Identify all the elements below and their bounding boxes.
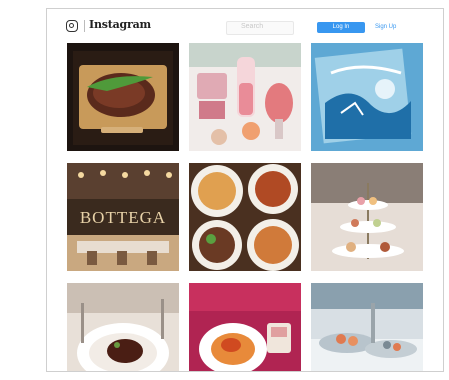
plated-meat-image <box>67 283 179 371</box>
login-button[interactable]: Log In <box>317 22 365 33</box>
photo-tile-pasta[interactable] <box>189 283 301 371</box>
dishes-image <box>189 163 301 271</box>
seafood-buffet-image <box>311 283 423 371</box>
photo-tile-dishes[interactable] <box>189 163 301 271</box>
search-placeholder: Search <box>241 23 264 30</box>
search-input[interactable]: Search <box>226 21 294 35</box>
camera-glyph-icon[interactable] <box>66 20 78 32</box>
photo-tile-menu[interactable] <box>311 43 423 151</box>
photo-tile-afternoon-tea[interactable] <box>311 163 423 271</box>
photo-tile-cocktails[interactable] <box>189 43 301 151</box>
bottega-sign-text: BOTTEGA <box>80 208 166 227</box>
top-nav-bar: Instagram Search Log In Sign Up <box>47 9 443 43</box>
cocktails-image <box>189 43 301 151</box>
instagram-profile-window: Instagram Search Log In Sign Up BOTTEGA <box>46 8 444 372</box>
photo-tile-bottega[interactable]: BOTTEGA <box>67 163 179 271</box>
photo-tile-seafood-buffet[interactable] <box>311 283 423 371</box>
pasta-image <box>189 283 301 371</box>
logo-divider <box>84 20 85 32</box>
instagram-wordmark[interactable]: Instagram <box>89 18 151 31</box>
bottega-image: BOTTEGA <box>67 163 179 271</box>
photo-tile-steak[interactable] <box>67 43 179 151</box>
photo-tile-plated-meat[interactable] <box>67 283 179 371</box>
menu-image <box>311 43 423 151</box>
steak-image <box>67 43 179 151</box>
signup-link[interactable]: Sign Up <box>375 22 396 33</box>
afternoon-tea-image <box>311 163 423 271</box>
